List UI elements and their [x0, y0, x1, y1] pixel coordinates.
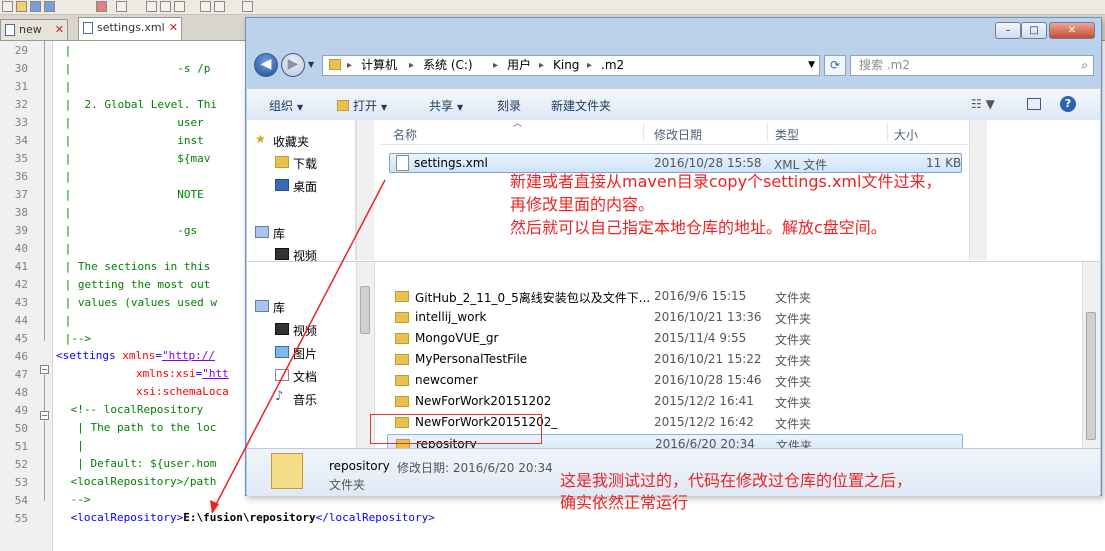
arrow-line: [211, 179, 386, 513]
annotation-arrow: [210, 179, 386, 514]
